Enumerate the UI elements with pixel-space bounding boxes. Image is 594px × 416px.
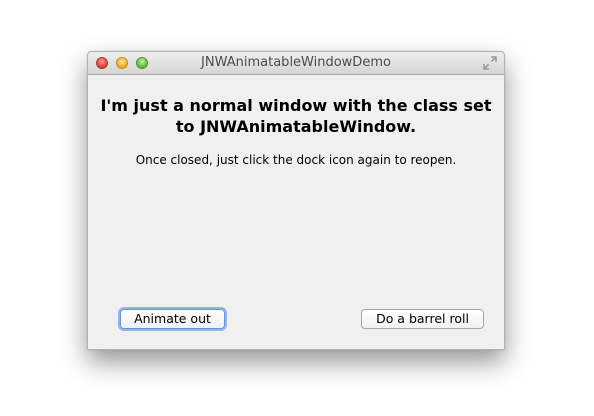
barrel-roll-button[interactable]: Do a barrel roll	[361, 309, 484, 329]
headline-line-1: I'm just a normal window with the class …	[100, 96, 492, 115]
animate-out-button[interactable]: Animate out	[120, 309, 225, 329]
desktop: JNWAnimatableWindowDemo I'm just a norma…	[0, 0, 594, 416]
title-bar[interactable]: JNWAnimatableWindowDemo	[88, 52, 504, 75]
headline: I'm just a normal window with the class …	[88, 95, 504, 137]
window-content: I'm just a normal window with the class …	[88, 75, 504, 349]
instruction-text: Once closed, just click the dock icon ag…	[135, 153, 457, 167]
app-window: JNWAnimatableWindowDemo I'm just a norma…	[87, 51, 505, 350]
window-title: JNWAnimatableWindowDemo	[201, 55, 391, 70]
fullscreen-icon[interactable]	[483, 56, 497, 70]
headline-line-2: to JNWAnimatableWindow.	[175, 117, 417, 136]
